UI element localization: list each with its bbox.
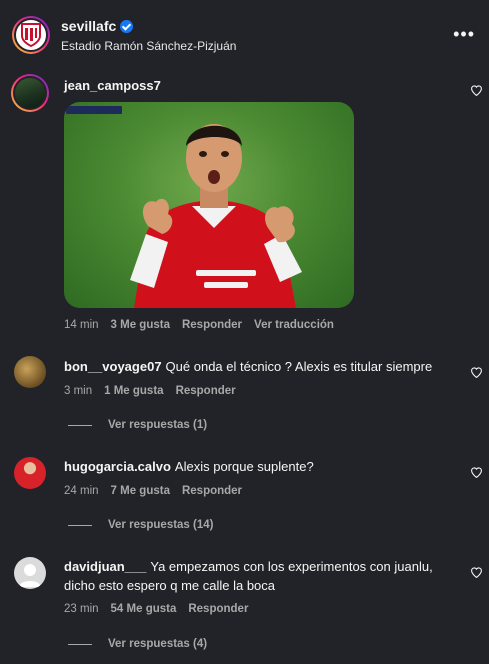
post-location[interactable]: Estadio Ramón Sánchez-Pizjuán: [61, 39, 236, 53]
comment-time: 23 min: [64, 603, 99, 615]
comment-body: davidjuan___ Ya empezamos con los experim…: [64, 557, 459, 595]
replies-divider: [68, 643, 92, 645]
comment-time: 3 min: [64, 385, 93, 397]
reply-button[interactable]: Responder: [176, 385, 236, 397]
comment-text: Ya empezamos con los experimentos con ju…: [150, 559, 433, 574]
comment-likes[interactable]: 1 Me gusta: [104, 385, 163, 397]
comment-time: 14 min: [64, 319, 99, 331]
comment-meta: 3 min 1 Me gusta Responder: [64, 385, 248, 397]
comment-username[interactable]: davidjuan___: [64, 559, 146, 574]
like-heart-icon[interactable]: [470, 466, 483, 479]
view-replies-button[interactable]: Ver respuestas (4): [68, 638, 207, 650]
reply-button[interactable]: Responder: [188, 603, 248, 615]
reply-button[interactable]: Responder: [182, 319, 242, 331]
comment-username[interactable]: hugogarcia.calvo: [64, 459, 171, 474]
score-bug: [66, 106, 122, 114]
view-replies-button[interactable]: Ver respuestas (14): [68, 519, 213, 531]
reply-button[interactable]: Responder: [182, 485, 242, 497]
replies-divider: [68, 424, 92, 426]
comment-text: Alexis porque suplente?: [174, 459, 314, 474]
comment-username[interactable]: bon__voyage07: [64, 359, 162, 374]
comment-time: 24 min: [64, 485, 99, 497]
comment-body: bon__voyage07 Qué onda el técnico ? Alexi…: [64, 357, 459, 376]
avatar[interactable]: [11, 74, 49, 112]
more-options-icon[interactable]: •••: [453, 24, 475, 45]
comment-text: Qué onda el técnico ? Alexis es titular …: [165, 359, 433, 374]
comment-meta: 24 min 7 Me gusta Responder: [64, 485, 254, 497]
comment-likes[interactable]: 7 Me gusta: [111, 485, 170, 497]
replies-divider: [68, 524, 92, 526]
view-replies-label: Ver respuestas (4): [108, 638, 208, 650]
comment-username[interactable]: jean_camposs7: [64, 78, 161, 93]
like-heart-icon[interactable]: [470, 566, 483, 579]
view-replies-label: Ver respuestas (14): [108, 519, 214, 531]
comment-likes[interactable]: 54 Me gusta: [111, 603, 177, 615]
sevillafc-avatar[interactable]: [12, 16, 50, 54]
gif-player-illustration: [130, 124, 302, 308]
like-heart-icon[interactable]: [470, 84, 483, 97]
avatar[interactable]: [14, 557, 46, 589]
translate-button[interactable]: Ver traducción: [254, 319, 334, 331]
post-author[interactable]: sevillafc: [61, 18, 134, 36]
like-heart-icon[interactable]: [470, 366, 483, 379]
comment-gif[interactable]: [64, 102, 354, 308]
comment-header: jean_camposs7: [64, 76, 165, 95]
comment-body: hugogarcia.calvo Alexis porque suplente?: [64, 457, 314, 476]
avatar[interactable]: [14, 356, 46, 388]
comment-text-continued: dicho esto espero q me calle la boca: [64, 578, 276, 593]
default-user-icon: [19, 564, 41, 587]
comment-meta: 14 min 3 Me gusta Responder Ver traducción: [64, 319, 346, 331]
view-replies-label: Ver respuestas (1): [108, 419, 208, 431]
view-replies-button[interactable]: Ver respuestas (1): [68, 419, 207, 431]
verified-badge-icon: [120, 20, 134, 33]
post-author-username[interactable]: sevillafc: [61, 18, 116, 34]
comment-meta: 23 min 54 Me gusta Responder: [64, 603, 260, 615]
comment-likes[interactable]: 3 Me gusta: [111, 319, 170, 331]
sevilla-crest-icon: [14, 18, 48, 52]
avatar[interactable]: [14, 457, 46, 489]
avatar-image: [13, 76, 47, 110]
